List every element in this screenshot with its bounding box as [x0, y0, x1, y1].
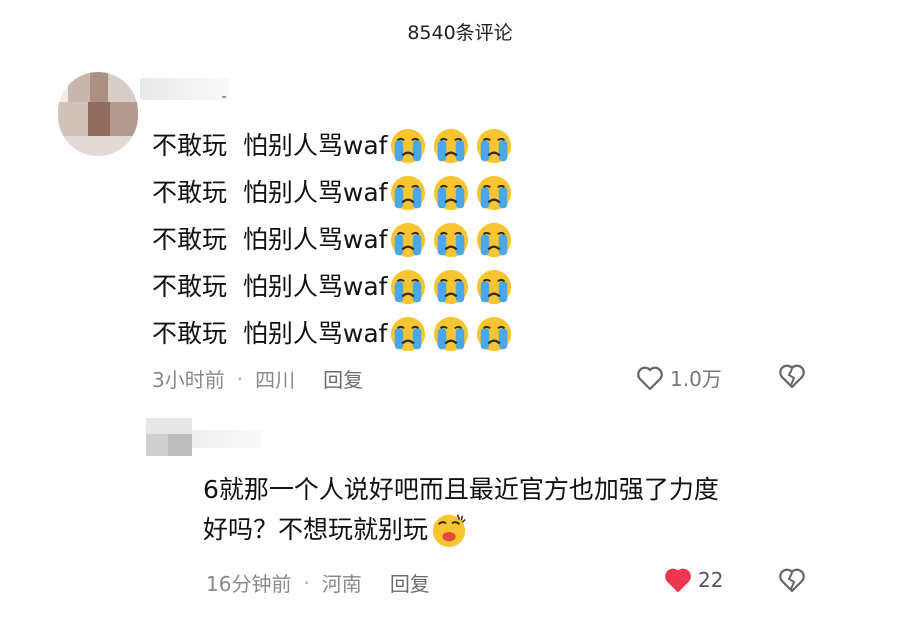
crying-face-emoji: [477, 222, 512, 257]
like-button[interactable]: 22: [664, 567, 723, 593]
avatar[interactable]: [58, 72, 138, 156]
crying-face-emoji: [434, 269, 469, 304]
comment-line-text: 6就那一个人说好吧而且最近官方也加强了力度: [203, 475, 719, 504]
crying-face-emoji: [391, 269, 426, 304]
comment-line: 不敢玩 怕别人骂waf: [152, 310, 518, 357]
heart-outline-icon: [637, 366, 663, 390]
crying-face-emoji: [434, 222, 469, 257]
crying-face-emoji: [391, 222, 426, 257]
crying-face-emoji: [434, 316, 469, 351]
comment-location: 河南: [321, 572, 362, 596]
comment-line: 好吗？不想玩就别玩: [203, 510, 719, 550]
comment-body: 6就那一个人说好吧而且最近官方也加强了力度 好吗？不想玩就别玩: [203, 470, 719, 550]
broken-heart-icon: [779, 364, 805, 389]
comment-line-text: 不敢玩 怕别人骂waf: [152, 319, 388, 348]
username-blurred[interactable]: [192, 430, 262, 448]
like-count: 22: [698, 568, 724, 592]
reply-button[interactable]: 回复: [390, 568, 430, 597]
comment-line-text: 不敢玩 怕别人骂waf: [152, 272, 388, 301]
dislike-button[interactable]: [778, 567, 806, 597]
crying-face-emoji: [477, 269, 512, 304]
comment-line: 不敢玩 怕别人骂waf: [152, 122, 518, 169]
comment-body: 不敢玩 怕别人骂waf 不敢玩 怕别人骂waf 不敢玩 怕别人骂waf 不敢玩 …: [152, 122, 518, 357]
emoji-group: [389, 221, 518, 259]
meta-separator: ·: [236, 366, 244, 391]
comment-meta: 3小时前 · 四川 回复: [152, 364, 363, 393]
crying-face-emoji: [477, 128, 512, 163]
comment-line: 6就那一个人说好吧而且最近官方也加强了力度: [203, 470, 719, 510]
comment-time: 16分钟前: [206, 572, 292, 596]
comment-count-title: 8540条评论: [0, 0, 920, 62]
crying-face-emoji: [477, 316, 512, 351]
username-blurred[interactable]: [140, 78, 230, 100]
crying-face-emoji: [391, 316, 426, 351]
crying-face-emoji: [391, 128, 426, 163]
crying-face-emoji: [391, 175, 426, 210]
dislike-button[interactable]: [778, 363, 806, 393]
comment-time: 3小时前: [152, 368, 225, 392]
meta-separator: ·: [303, 570, 310, 595]
like-button[interactable]: 1.0万: [636, 363, 722, 392]
emoji-group: [389, 174, 518, 212]
crying-face-emoji: [434, 175, 469, 210]
avatar[interactable]: [146, 418, 192, 456]
crying-face-emoji: [434, 128, 469, 163]
comment-line-text: 不敢玩 怕别人骂waf: [152, 178, 388, 207]
crying-face-emoji: [477, 175, 512, 210]
comment-line: 不敢玩 怕别人骂waf: [152, 263, 518, 310]
comment-line: 不敢玩 怕别人骂waf: [152, 216, 518, 263]
comment-count-label: 8540条评论: [407, 21, 513, 44]
comment-line-text: 好吗？不想玩就别玩: [203, 515, 429, 544]
emoji-group: [389, 315, 518, 353]
reply-button[interactable]: 回复: [323, 364, 363, 393]
comment-line-text: 不敢玩 怕别人骂waf: [152, 225, 388, 254]
broken-heart-icon: [779, 568, 805, 593]
comment-location: 四川: [255, 368, 296, 392]
emoji-group: [389, 127, 518, 165]
comment-line-text: 不敢玩 怕别人骂waf: [152, 131, 388, 160]
like-count: 1.0万: [670, 367, 722, 391]
kissing-face-emoji: [432, 514, 466, 548]
heart-filled-icon: [665, 568, 691, 593]
comment-meta: 16分钟前 · 河南 回复: [206, 568, 430, 597]
emoji-group: [389, 268, 518, 306]
comment-line: 不敢玩 怕别人骂waf: [152, 169, 518, 216]
